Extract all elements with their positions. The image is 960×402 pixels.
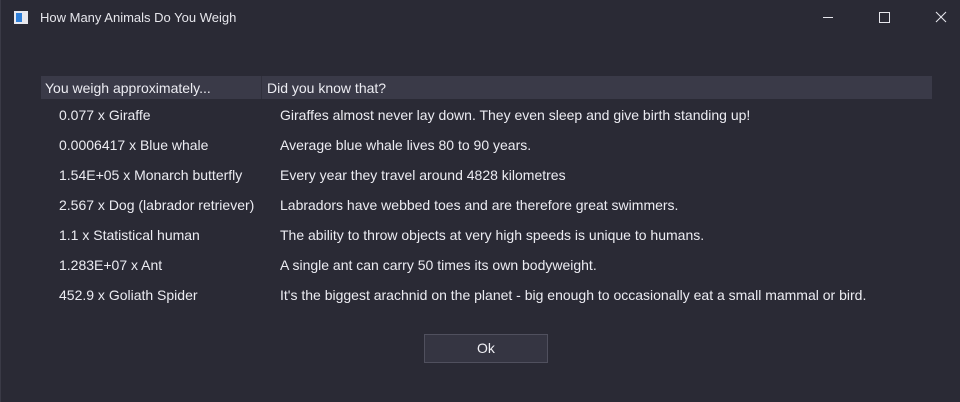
table-row[interactable]: 1.283E+07 x Ant A single ant can carry 5… xyxy=(41,249,932,279)
table-row[interactable]: 1.1 x Statistical human The ability to t… xyxy=(41,219,932,249)
table-header: You weigh approximately... Did you know … xyxy=(41,76,932,99)
weight-cell: 2.567 x Dog (labrador retriever) xyxy=(59,197,255,213)
fact-cell: The ability to throw objects at very hig… xyxy=(280,227,705,243)
minimize-icon xyxy=(823,17,833,18)
dialog-window: How Many Animals Do You Weigh You weigh … xyxy=(0,0,960,402)
column-header-weight[interactable]: You weigh approximately... xyxy=(45,80,211,96)
table-row[interactable]: 0.077 x Giraffe Giraffes almost never la… xyxy=(41,99,932,129)
window-title: How Many Animals Do You Weigh xyxy=(40,10,237,25)
fact-cell: Average blue whale lives 80 to 90 years. xyxy=(280,137,532,153)
weight-cell: 0.0006417 x Blue whale xyxy=(59,137,209,153)
fact-cell: A single ant can carry 50 times its own … xyxy=(280,257,597,273)
maximize-icon xyxy=(879,12,890,23)
column-divider[interactable] xyxy=(261,76,262,99)
weight-cell: 1.283E+07 x Ant xyxy=(59,257,163,273)
close-icon xyxy=(935,11,947,23)
table-row[interactable]: 1.54E+05 x Monarch butterfly Every year … xyxy=(41,159,932,189)
table-row[interactable]: 0.0006417 x Blue whale Average blue whal… xyxy=(41,129,932,159)
minimize-button[interactable] xyxy=(805,0,851,36)
maximize-button[interactable] xyxy=(861,0,907,36)
weight-cell: 1.54E+05 x Monarch butterfly xyxy=(59,167,243,183)
table-row[interactable]: 452.9 x Goliath Spider It's the biggest … xyxy=(41,279,932,309)
close-button[interactable] xyxy=(915,0,960,36)
title-bar[interactable]: How Many Animals Do You Weigh xyxy=(1,0,960,36)
weight-cell: 0.077 x Giraffe xyxy=(59,107,151,123)
results-table: You weigh approximately... Did you know … xyxy=(41,76,932,309)
ok-button[interactable]: Ok xyxy=(424,334,548,363)
app-window-icon xyxy=(14,11,28,24)
column-header-fact[interactable]: Did you know that? xyxy=(267,80,386,96)
weight-cell: 452.9 x Goliath Spider xyxy=(59,287,198,303)
fact-cell: Giraffes almost never lay down. They eve… xyxy=(280,107,751,123)
fact-cell: It's the biggest arachnid on the planet … xyxy=(280,287,867,303)
table-row[interactable]: 2.567 x Dog (labrador retriever) Labrado… xyxy=(41,189,932,219)
fact-cell: Labradors have webbed toes and are there… xyxy=(280,197,679,213)
weight-cell: 1.1 x Statistical human xyxy=(59,227,200,243)
fact-cell: Every year they travel around 4828 kilom… xyxy=(280,167,566,183)
